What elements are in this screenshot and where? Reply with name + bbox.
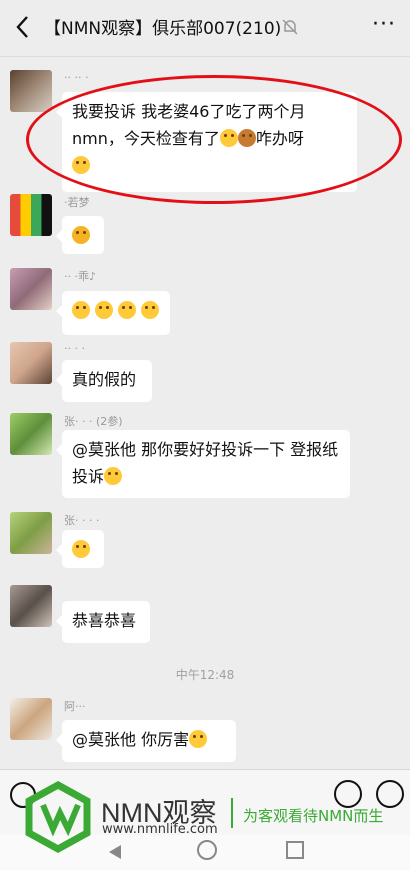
bell-muted-icon [282,19,298,35]
message-bubble[interactable] [56,216,104,254]
nav-back-icon[interactable] [109,845,121,859]
sender-name: ·· ·· · [64,71,89,84]
message-bubble[interactable] [56,291,170,335]
watermark-url: www.nmnlife.com [102,822,218,837]
message-bubble[interactable]: 真的假的 [56,360,152,402]
nmn-logo-icon [25,781,91,853]
avatar[interactable] [10,194,52,236]
red-highlight-ellipse [26,75,402,204]
chat-title: 【NMN观察】俱乐部007(210) [44,19,282,39]
nav-recent-apps-icon[interactable] [286,841,304,859]
dizzy-face-icon [72,301,90,319]
message-bubble[interactable]: @莫张他 那你要好好投诉一下 登报纸投诉 [56,430,350,498]
message-bubble[interactable]: 恭喜恭喜 [56,601,150,643]
party-popper-icon [72,226,90,244]
dizzy-face-icon [141,301,160,319]
chevron-left-icon[interactable] [12,14,34,40]
chat-header: 【NMN观察】俱乐部007(210) ··· [0,0,410,57]
thinking-face-icon [72,540,90,558]
avatar[interactable] [10,268,52,310]
sender-name: 张· · · (2参) [64,415,123,428]
emoji-picker-icon[interactable] [334,780,362,808]
nav-home-icon[interactable] [197,840,217,860]
grinning-face-icon [189,730,208,748]
sender-name: 阿··· [64,700,86,713]
time-divider: 中午12:48 [175,668,235,682]
avatar[interactable] [10,70,52,112]
message-text: 恭喜恭喜 [72,611,137,630]
sender-name: ·· · · [64,342,85,355]
watermark-slogan: 为客观看待NMN而生 [243,807,384,825]
laughing-crying-icon [104,467,123,485]
avatar[interactable] [10,698,52,740]
watermark-divider [231,798,233,828]
dizzy-face-icon [118,301,137,319]
message-bubble[interactable]: @莫张他 你厉害 [56,720,236,762]
more-options-icon[interactable]: ··· [372,14,396,36]
sender-name: ·· ·乖♪ [64,270,97,283]
message-text: @莫张他 你厉害 [72,730,190,749]
message-text: 真的假的 [72,370,137,389]
avatar[interactable] [10,512,52,554]
avatar[interactable] [10,413,52,455]
avatar[interactable] [10,342,52,384]
sender-name: 张· · · · [64,514,100,527]
avatar[interactable] [10,585,52,627]
dizzy-face-icon [95,301,114,319]
message-bubble[interactable] [56,530,104,568]
sender-name: ·若梦 [64,196,90,209]
more-actions-icon[interactable] [376,780,404,808]
